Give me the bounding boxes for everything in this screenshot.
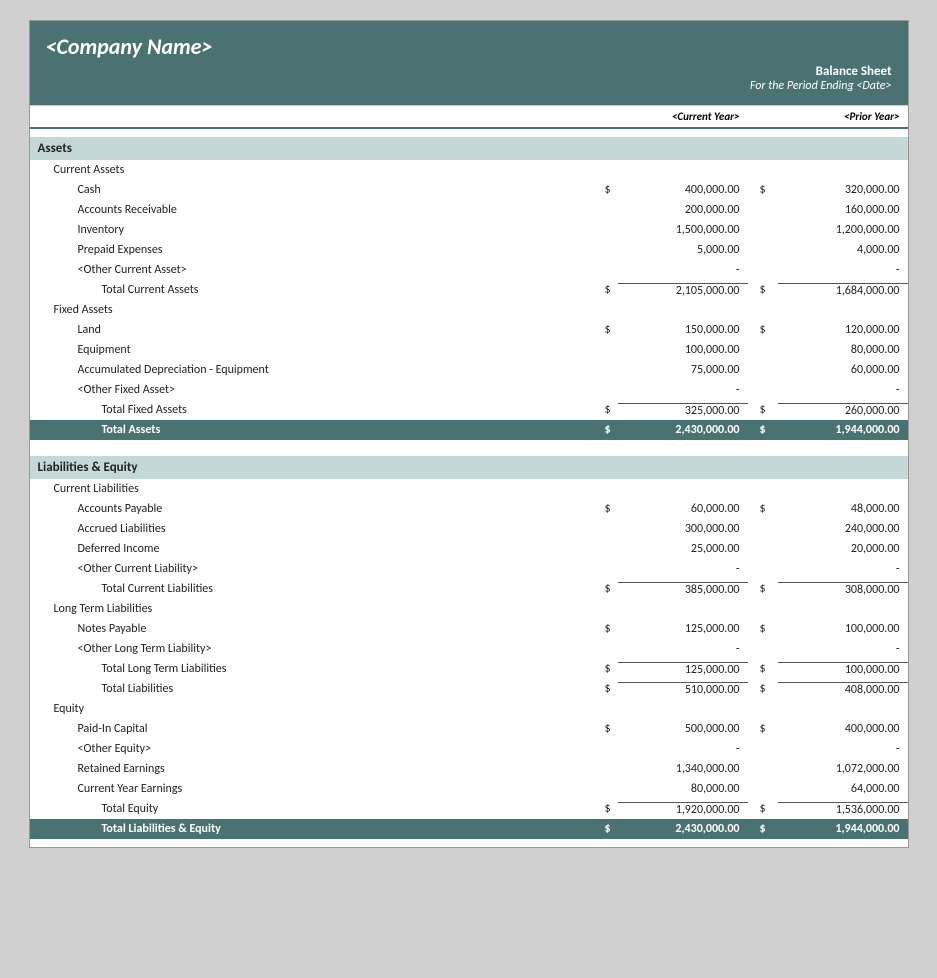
column-headers: <Current Year> <Prior Year> <box>30 105 908 129</box>
section-header: Liabilities & Equity <box>30 456 908 479</box>
spacer <box>30 129 908 137</box>
subsection-title: Current Assets <box>30 160 908 180</box>
table-row: Retained Earnings1,340,000.001,072,000.0… <box>30 759 908 779</box>
grand-total-row: Total Liabilities & Equity$2,430,000.00$… <box>30 819 908 839</box>
prior-year-header: <Prior Year> <box>778 110 908 123</box>
table-row: Accumulated Depreciation - Equipment75,0… <box>30 360 908 380</box>
table-row: <Other Current Liability>-- <box>30 559 908 579</box>
report-subtitle: For the Period Ending <Date> <box>46 79 892 93</box>
table-row: Inventory1,500,000.001,200,000.00 <box>30 220 908 240</box>
table-row: Accounts Receivable200,000.00160,000.00 <box>30 200 908 220</box>
table-row: <Other Long Term Liability>-- <box>30 639 908 659</box>
table-row: Total Equity$1,920,000.00$1,536,000.00 <box>30 799 908 819</box>
table-row: Accounts Payable$60,000.00$48,000.00 <box>30 499 908 519</box>
table-row: Accrued Liabilities300,000.00240,000.00 <box>30 519 908 539</box>
header-section: <Company Name> Balance Sheet For the Per… <box>30 21 908 105</box>
table-row: Total Current Liabilities$385,000.00$308… <box>30 579 908 599</box>
grand-total-row: Total Assets$2,430,000.00$1,944,000.00 <box>30 420 908 440</box>
subsection-title: Current Liabilities <box>30 479 908 499</box>
table-row: Cash$400,000.00$320,000.00 <box>30 180 908 200</box>
table-row: Deferred Income25,000.0020,000.00 <box>30 539 908 559</box>
table-row: Paid-In Capital$500,000.00$400,000.00 <box>30 719 908 739</box>
table-row: Total Liabilities$510,000.00$408,000.00 <box>30 679 908 699</box>
report-title: Balance Sheet <box>46 64 892 79</box>
table-row: <Other Equity>-- <box>30 739 908 759</box>
spacer <box>30 448 908 456</box>
table-body: AssetsCurrent AssetsCash$400,000.00$320,… <box>30 129 908 847</box>
company-name: <Company Name> <box>46 33 892 60</box>
balance-sheet: <Company Name> Balance Sheet For the Per… <box>29 20 909 848</box>
table-row: Prepaid Expenses5,000.004,000.00 <box>30 240 908 260</box>
subsection-title: Long Term Liabilities <box>30 599 908 619</box>
subsection-title: Fixed Assets <box>30 300 908 320</box>
table-row: Current Year Earnings80,000.0064,000.00 <box>30 779 908 799</box>
table-row: <Other Current Asset>-- <box>30 260 908 280</box>
table-row: Equipment100,000.0080,000.00 <box>30 340 908 360</box>
spacer <box>30 839 908 847</box>
table-row: Notes Payable$125,000.00$100,000.00 <box>30 619 908 639</box>
spacer <box>30 440 908 448</box>
table-row: Land$150,000.00$120,000.00 <box>30 320 908 340</box>
table-row: Total Current Assets$2,105,000.00$1,684,… <box>30 280 908 300</box>
table-row: Total Long Term Liabilities$125,000.00$1… <box>30 659 908 679</box>
table-row: <Other Fixed Asset>-- <box>30 380 908 400</box>
table-row: Total Fixed Assets$325,000.00$260,000.00 <box>30 400 908 420</box>
section-header: Assets <box>30 137 908 160</box>
subsection-title: Equity <box>30 699 908 719</box>
current-year-header: <Current Year> <box>618 110 748 123</box>
